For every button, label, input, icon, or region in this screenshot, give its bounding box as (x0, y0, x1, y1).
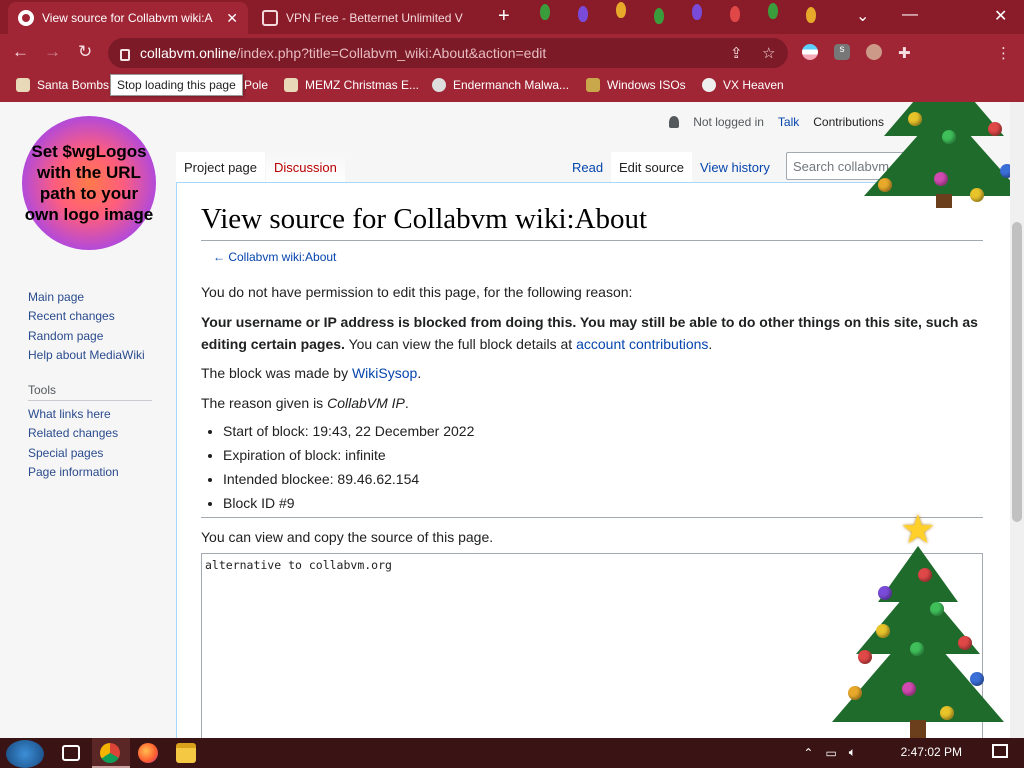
tab-edit-source[interactable]: Edit source (611, 152, 693, 182)
url-path: /index.php?title=Collabvm_wiki:About&act… (236, 45, 547, 61)
block-message: Your username or IP address is blocked f… (201, 314, 978, 352)
close-window-icon[interactable]: ✕ (994, 6, 1007, 26)
extension-s-icon[interactable]: s (834, 44, 850, 60)
share-icon[interactable]: ⇪ (730, 44, 743, 62)
system-tray: ⌃ ▭ 🔈︎ (803, 745, 856, 760)
page-scrollbar[interactable] (1010, 102, 1024, 738)
permission-message: You do not have permission to edit this … (201, 284, 633, 300)
bookmark-windows-isos[interactable]: Windows ISOs (586, 78, 686, 92)
scrollbar-thumb[interactable] (1012, 222, 1022, 522)
forward-icon[interactable]: → (44, 42, 61, 62)
notification-icon[interactable] (992, 744, 1008, 758)
sidebar-item-main-page[interactable]: Main page (28, 290, 84, 304)
logo-text: Set $wgLogos with the URL path to your o… (24, 142, 154, 224)
file-explorer-icon[interactable] (176, 743, 196, 763)
chrome-icon[interactable] (100, 743, 120, 763)
star-icon: ★ (900, 508, 936, 552)
lock-icon (120, 49, 130, 61)
talk-link[interactable]: Talk (778, 115, 799, 129)
sidebar-item-help[interactable]: Help about MediaWiki (28, 348, 145, 362)
reason-text: CollabVM IP (327, 395, 405, 411)
new-tab-icon[interactable]: + (498, 6, 510, 26)
bookmark-icon (432, 78, 446, 92)
extensions-puzzle-icon[interactable]: ✚ (898, 44, 911, 62)
sidebar-item-recent-changes[interactable]: Recent changes (28, 309, 115, 323)
backlink[interactable]: ← Collabvm wiki:About (213, 250, 336, 264)
bookmark-icon (586, 78, 600, 92)
browser-toolbar: ← → ↻ collabvm.online/index.php?title=Co… (0, 34, 1024, 72)
list-item: Intended blockee: 89.46.62.154 (223, 467, 474, 491)
back-icon[interactable]: ← (12, 42, 29, 62)
block-details-list: Start of block: 19:43, 22 December 2022 … (223, 419, 474, 515)
taskbar: ⌃ ▭ 🔈︎ 2:47:02 PM (0, 738, 1024, 768)
account-contributions-link[interactable]: account contributions (576, 336, 708, 352)
sidebar-item-page-information[interactable]: Page information (28, 465, 119, 479)
tab-strip: View source for Collabvm wiki:A ✕ VPN Fr… (0, 0, 1024, 34)
minimize-icon[interactable]: — (902, 6, 918, 24)
close-tab-icon[interactable]: ✕ (226, 10, 238, 27)
volume-icon[interactable]: 🔈︎ (849, 745, 856, 760)
bookmark-star-icon[interactable]: ☆ (762, 44, 775, 62)
extension-flag-icon[interactable] (802, 44, 818, 60)
list-item: Block ID #9 (223, 491, 474, 515)
wiki-logo[interactable]: Set $wgLogos with the URL path to your o… (22, 116, 156, 250)
tab-view-history[interactable]: View history (692, 152, 778, 182)
tab-title: View source for Collabvm wiki:A (42, 11, 213, 25)
tab-title: VPN Free - Betternet Unlimited V (286, 11, 463, 25)
tab-project-page[interactable]: Project page (176, 152, 265, 182)
extension-avatar-icon[interactable] (866, 44, 882, 60)
sidebar-item-related-changes[interactable]: Related changes (28, 426, 118, 440)
tab-view-source[interactable]: View source for Collabvm wiki:A ✕ (8, 2, 248, 34)
bookmark-icon (702, 78, 716, 92)
sidebar-item-what-links-here[interactable]: What links here (28, 407, 111, 421)
firefox-icon[interactable] (138, 743, 158, 763)
menu-icon[interactable]: ⋮ (996, 44, 1011, 62)
page-title: View source for Collabvm wiki:About (201, 203, 648, 235)
reload-tooltip: Stop loading this page (110, 74, 243, 96)
tab-search-icon[interactable]: ⌄ (856, 6, 869, 26)
page-favicon-icon (18, 10, 34, 26)
tab-read[interactable]: Read (564, 152, 611, 182)
page-favicon-icon (262, 10, 278, 26)
tab-vpn[interactable]: VPN Free - Betternet Unlimited V (252, 2, 490, 34)
address-bar[interactable]: collabvm.online/index.php?title=Collabvm… (108, 38, 788, 68)
reload-icon[interactable]: ↻ (78, 42, 92, 62)
chevron-up-icon[interactable]: ⌃ (803, 746, 813, 760)
divider (28, 400, 152, 401)
start-button[interactable] (6, 740, 44, 768)
bookmark-icon (284, 78, 298, 92)
bookmark-memz[interactable]: MEMZ Christmas E... (284, 78, 419, 92)
bookmark-pole[interactable]: Pole (244, 78, 268, 92)
block-made-by: The block was made by WikiSysop. (201, 365, 422, 381)
bookmark-icon (16, 78, 30, 92)
tab-discussion[interactable]: Discussion (266, 152, 345, 182)
not-logged-in-label: Not logged in (693, 115, 764, 129)
block-reason: The reason given is CollabVM IP. (201, 395, 409, 411)
sidebar-item-special-pages[interactable]: Special pages (28, 446, 103, 460)
divider (201, 240, 983, 241)
task-view-icon[interactable] (62, 745, 80, 761)
bookmark-endermanch[interactable]: Endermanch Malwa... (432, 78, 569, 92)
clock[interactable]: 2:47:02 PM (901, 745, 962, 759)
network-icon[interactable]: ▭ (825, 746, 836, 760)
wikisysop-link[interactable]: WikiSysop (352, 365, 417, 381)
list-item: Start of block: 19:43, 22 December 2022 (223, 419, 474, 443)
wiki-page: Set $wgLogos with the URL path to your o… (0, 102, 1024, 738)
bookmark-vx-heaven[interactable]: VX Heaven (702, 78, 784, 92)
christmas-lights-decoration (520, 0, 840, 34)
url-host: collabvm.online (140, 45, 237, 61)
bookmark-santa-bombs[interactable]: Santa Bombs (16, 78, 109, 92)
user-icon (669, 116, 680, 128)
tools-heading: Tools (28, 383, 57, 397)
block-details-prefix: You can view the full block details at (348, 336, 573, 352)
divider (201, 517, 983, 518)
view-source-message: You can view and copy the source of this… (201, 529, 494, 545)
sidebar-item-random-page[interactable]: Random page (28, 329, 103, 343)
list-item: Expiration of block: infinite (223, 443, 474, 467)
